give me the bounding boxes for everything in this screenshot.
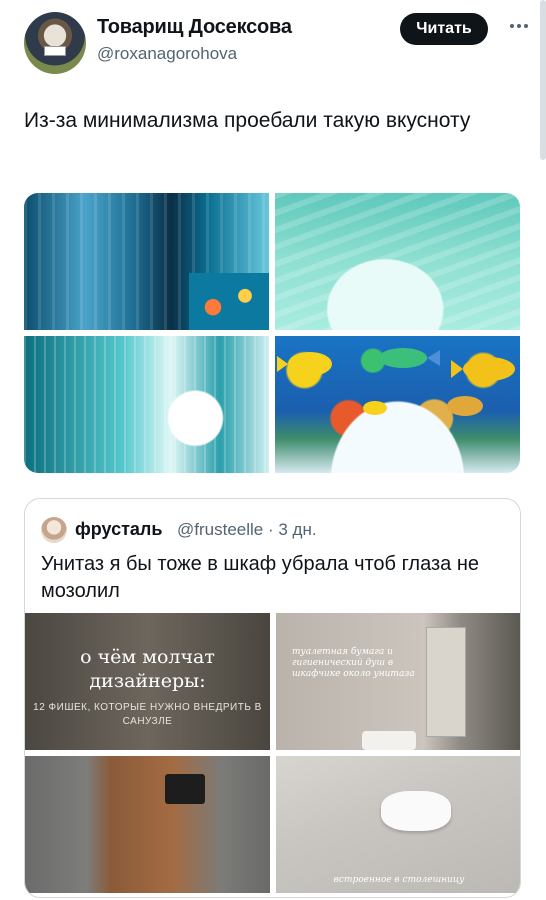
more-options-icon[interactable] [507, 14, 531, 38]
post-text: Из-за минимализма проебали такую вкуснот… [24, 109, 471, 132]
author-handle[interactable]: @roxanagorohova [97, 44, 237, 64]
media-image-turquoise-bathroom[interactable] [275, 193, 520, 330]
quoted-media-caption-countertop: встроенное в столешницу [333, 875, 465, 885]
post-media-grid [24, 193, 520, 473]
quoted-media-designers-cover[interactable]: о чём молчат дизайнеры: 12 ФИШЕК, КОТОРЫ… [25, 613, 270, 750]
quoted-author-avatar[interactable] [41, 517, 67, 543]
quoted-post-text: Унитаз я бы тоже в шкаф убрала чтоб глаз… [41, 553, 480, 602]
quoted-post[interactable]: фрусталь @frusteelle · 3 дн. Унитаз я бы… [24, 498, 521, 898]
quoted-media-socket-drawer[interactable] [25, 756, 270, 893]
post-header: Товарищ Досексова @roxanagorohova Читать [0, 0, 546, 80]
author-avatar[interactable] [24, 12, 86, 74]
quoted-media-caption-cabinet: туалетная бумага и гигиенический душ в ш… [292, 647, 415, 679]
media-image-aquarium-shower[interactable] [24, 193, 269, 330]
quoted-media-subtitle: 12 ФИШЕК, КОТОРЫЕ НУЖНО ВНЕДРИТЬ В САНУЗ… [33, 702, 262, 727]
quoted-media-countertop-tissue[interactable]: встроенное в столешницу [276, 756, 520, 893]
quoted-media-toilet-cabinet[interactable]: туалетная бумага и гигиенический душ в ш… [276, 613, 520, 750]
follow-button[interactable]: Читать [400, 13, 488, 45]
quoted-author-handle-time[interactable]: @frusteelle · 3 дн. [177, 520, 317, 540]
author-display-name[interactable]: Товарищ Досексова [97, 16, 292, 39]
quoted-media-title: о чём молчат дизайнеры: [80, 646, 215, 692]
media-image-glass-bathroom[interactable] [24, 336, 269, 473]
quoted-author-display-name[interactable]: фрусталь [75, 519, 162, 540]
media-image-fish-wall[interactable] [275, 336, 520, 473]
quoted-media-grid: о чём молчат дизайнеры: 12 ФИШЕК, КОТОРЫ… [25, 613, 520, 897]
scrollbar[interactable] [540, 0, 546, 160]
